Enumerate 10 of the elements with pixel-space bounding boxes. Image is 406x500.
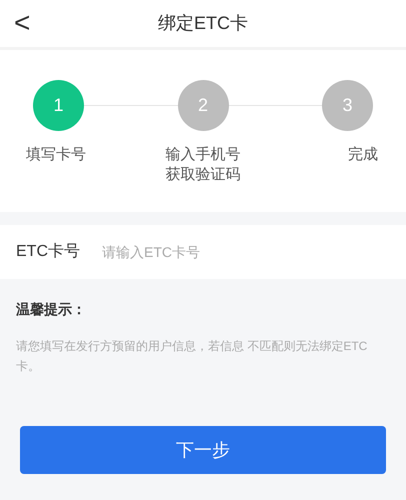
- step-label: 完成: [347, 145, 379, 165]
- card-number-field[interactable]: ETC卡号 请输入ETC卡号: [0, 225, 406, 279]
- tip-text: 请您填写在发行方预留的用户信息，若信息 不匹配则无法绑定ETC卡。: [16, 338, 368, 375]
- back-button[interactable]: <: [14, 8, 30, 38]
- next-button[interactable]: 下一步: [20, 426, 386, 474]
- step-label: 输入手机号获取验证码: [164, 145, 242, 185]
- page-title: 绑定ETC卡: [158, 12, 248, 35]
- field-label: ETC卡号: [16, 242, 80, 262]
- step-label: 填写卡号: [25, 145, 87, 165]
- tip-title: 温馨提示：: [16, 300, 87, 319]
